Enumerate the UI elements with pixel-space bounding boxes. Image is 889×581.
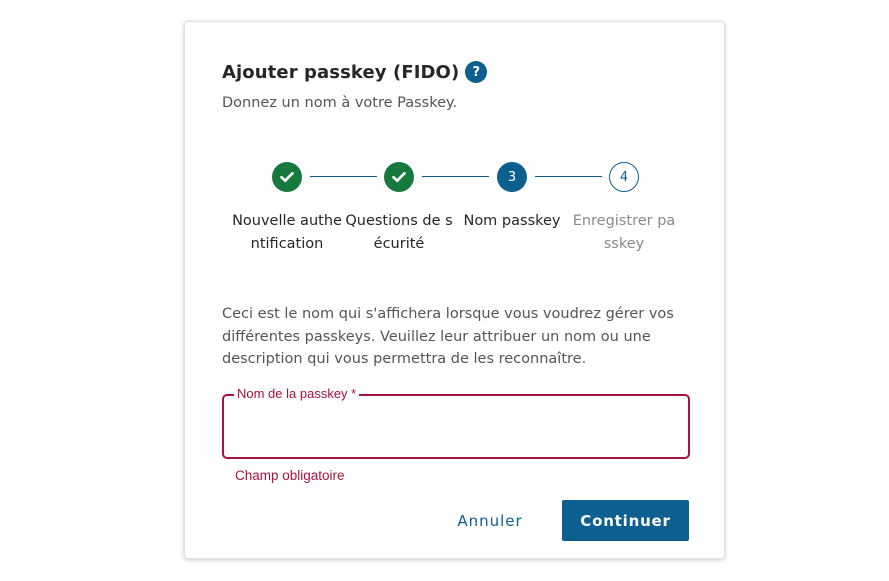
step-3-indicator: 3 [497,162,527,192]
cancel-button[interactable]: Annuler [440,501,540,541]
step-4-indicator: 4 [609,162,639,192]
passkey-name-description: Ceci est le nom qui s'affichera lorsque … [222,306,674,367]
passkey-name-field: Nom de la passkey * [222,386,690,459]
passkey-name-error: Champ obligatoire [235,468,345,483]
question-icon[interactable]: ? [465,61,488,83]
dialog-subtitle: Donnez un nom à votre Passkey. [222,95,458,111]
passkey-name-input[interactable] [234,410,678,442]
progress-stepper: 3 4 Nouvelle authentification Questions … [185,162,726,292]
step-2-check-icon [384,162,414,192]
step-4-label: Enregistrer passkey [572,213,676,252]
dialog-title: Ajouter passkey (FIDO) [222,61,460,83]
step-connector [310,176,377,177]
step-3-label: Nom passkey [463,213,561,229]
step-connector [422,176,489,177]
step-2-label: Questions de sécurité [345,213,453,252]
dialog-header: Ajouter passkey (FIDO) ? [222,61,488,83]
step-1-label: Nouvelle authentification [232,213,342,252]
add-passkey-dialog: Ajouter passkey (FIDO) ? Donnez un nom à… [184,21,725,559]
continue-button[interactable]: Continuer [562,500,689,541]
step-connector [535,176,602,177]
step-1-check-icon [272,162,302,192]
passkey-name-label: Nom de la passkey * [234,386,360,401]
